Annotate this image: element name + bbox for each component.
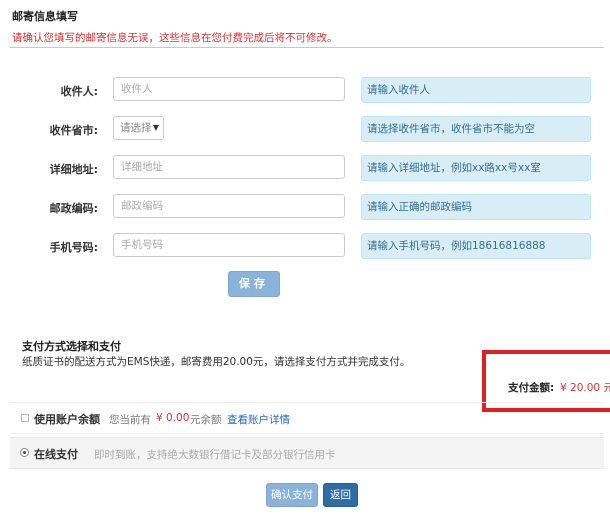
payment-amount-label: 支付金额: — [508, 382, 555, 394]
postcode-label: 邮政编码: — [49, 202, 98, 215]
notice-text: 请确认您填写的邮寄信息无误，这些信息在您付费完成后将不可修改。 — [12, 32, 338, 44]
online-payment-name: 在线支付 — [34, 448, 78, 461]
section-title: 邮寄信息填写 — [12, 10, 78, 23]
balance-option[interactable]: 使用账户余额 您当前有 ¥ 0.00 元余额 查看账户详情 — [10, 402, 604, 434]
province-hint: 请选择收件省市，收件省市不能为空 — [361, 116, 591, 142]
address-input[interactable] — [113, 155, 345, 179]
recipient-label: 收件人: — [60, 85, 98, 98]
balance-amount: ¥ 0.00 — [156, 412, 190, 424]
phone-row: 手机号码: 请输入手机号码，例如18616816888 — [0, 233, 610, 259]
postcode-row: 邮政编码: 请输入正确的邮政编码 — [0, 194, 610, 220]
recipient-hint: 请输入收件人 — [361, 77, 591, 103]
address-label: 详细地址: — [49, 163, 98, 176]
province-select[interactable]: 请选择 ▼ — [113, 116, 164, 140]
balance-checkbox[interactable] — [21, 414, 29, 422]
confirm-payment-button[interactable]: 确认支付 — [266, 483, 318, 507]
payment-title: 支付方式选择和支付 — [22, 340, 121, 353]
address-row: 详细地址: 请输入详细地址，例如xx路xx号xx室 — [0, 155, 610, 181]
phone-label: 手机号码: — [49, 241, 98, 254]
address-hint: 请输入详细地址，例如xx路xx号xx室 — [361, 155, 591, 181]
phone-hint: 请输入手机号码，例如18616816888 — [361, 233, 591, 259]
balance-suffix: 元余额 — [190, 414, 222, 426]
payment-amount-value: ¥ 20.00 元 — [560, 382, 610, 394]
balance-prefix: 您当前有 — [109, 414, 151, 426]
payment-description: 纸质证书的配送方式为EMS快递，邮寄费用20.00元，请选择支付方式并完成支付。 — [22, 356, 411, 368]
postcode-hint: 请输入正确的邮政编码 — [361, 194, 591, 220]
back-button[interactable]: 返回 — [323, 483, 358, 507]
online-payment-desc: 即时到账，支持绝大数银行借记卡及部分银行信用卡 — [94, 449, 336, 461]
province-label: 收件省市: — [49, 124, 98, 137]
save-button[interactable]: 保存 — [228, 271, 280, 297]
recipient-input[interactable] — [113, 77, 345, 101]
balance-option-name: 使用账户余额 — [34, 413, 100, 426]
account-details-link[interactable]: 查看账户详情 — [227, 412, 290, 427]
online-payment-option[interactable]: 在线支付 即时到账，支持绝大数银行借记卡及部分银行信用卡 — [10, 437, 604, 469]
recipient-row: 收件人: 请输入收件人 — [0, 77, 610, 103]
red-divider — [10, 47, 604, 48]
province-row: 收件省市: 请选择 ▼ 请选择收件省市，收件省市不能为空 — [0, 116, 610, 142]
postcode-input[interactable] — [113, 194, 345, 218]
online-payment-radio[interactable] — [20, 448, 29, 457]
phone-input[interactable] — [113, 233, 345, 257]
province-select-value: 请选择 — [120, 122, 152, 134]
chevron-down-icon: ▼ — [152, 123, 159, 132]
